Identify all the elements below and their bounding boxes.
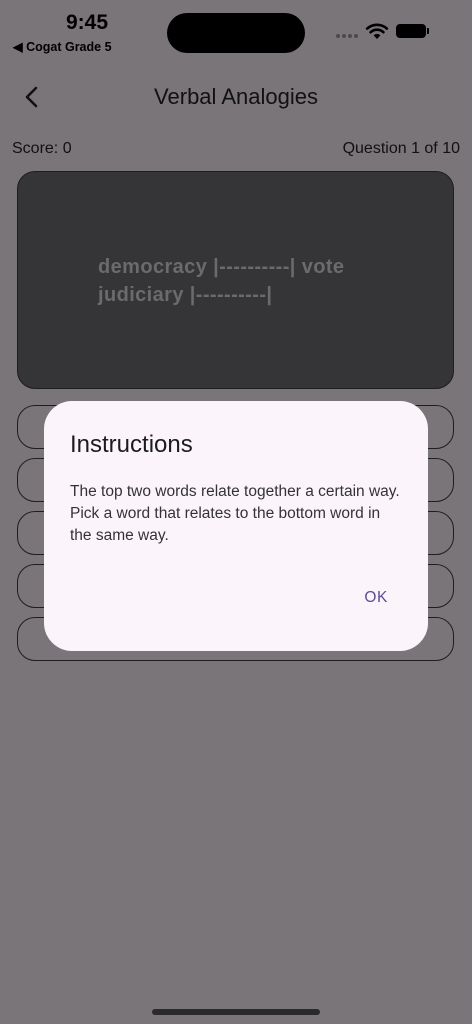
question-line-top: democracy |----------| vote [98, 256, 345, 278]
question-card: democracy |----------| vote judiciary |-… [17, 171, 454, 389]
home-indicator[interactable] [152, 1009, 320, 1015]
battery-icon [396, 24, 429, 38]
dialog-body: The top two words relate together a cert… [70, 483, 400, 544]
wifi-icon [365, 23, 389, 39]
dialog-title: Instructions [70, 431, 193, 458]
dynamic-island [167, 13, 305, 53]
status-time: 9:45 [66, 11, 109, 34]
status-bar: 9:45 ◀ Cogat Grade 5 [0, 0, 472, 60]
navigation-bar: Verbal Analogies [0, 72, 472, 122]
score-label: Score: 0 [12, 140, 72, 157]
question-line-bottom: judiciary |----------| [98, 284, 273, 306]
question-counter: Question 1 of 10 [342, 140, 460, 157]
back-to-app-link[interactable]: ◀ Cogat Grade 5 [13, 39, 112, 54]
instructions-dialog: Instructions The top two words relate to… [44, 401, 428, 651]
cellular-signal-icon [336, 34, 360, 40]
page-title: Verbal Analogies [154, 84, 318, 109]
ok-button[interactable]: OK [364, 589, 388, 607]
